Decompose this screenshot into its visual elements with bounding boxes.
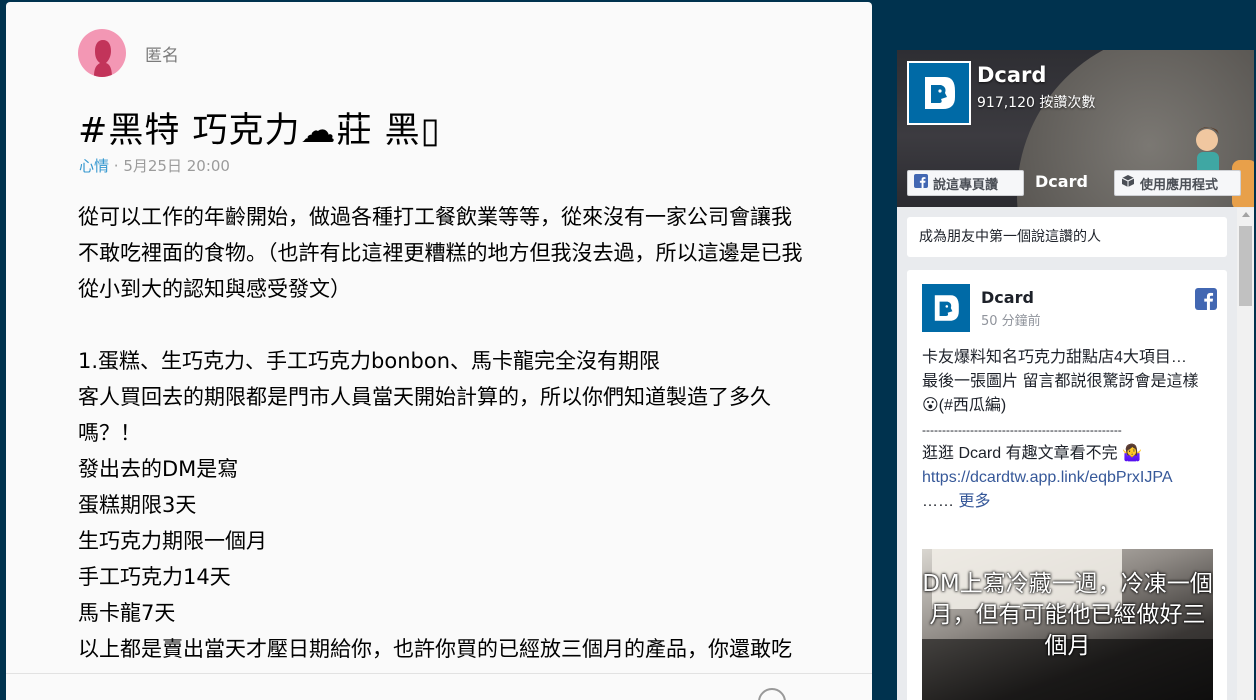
forum-link[interactable]: 心情 [79,157,109,175]
like-page-button[interactable]: 說這專頁讚 [907,170,1024,196]
fb-post-link[interactable]: https://dcardtw.app.link/eqbPrxIJPA [922,469,1173,486]
fb-post-line: 逛逛 Dcard 有趣文章看不完 🤷‍♀️ [922,445,1142,462]
fb-post-line: 卡友爆料知名巧克力甜點店4大項目… [922,349,1187,366]
post-date: 5月25日 20:00 [123,157,230,175]
body-paragraph: 1.蛋糕、生巧克力、手工巧克力bonbon、馬卡龍完全沒有期限 [78,349,661,373]
body-paragraph: 從可以工作的年齡開始，做過各種打工餐飲業等等，從來沒有一家公司會讓我不敢吃裡面的… [78,205,803,301]
scroll-up-arrow-icon[interactable] [1242,212,1250,217]
fb-post-line: 最後一張圖片 留言都説很驚訝會是這樣😮(#西瓜編) [922,373,1199,414]
fb-post-text: 卡友爆料知名巧克力甜點店4大項目… 最後一張圖片 留言都説很驚訝會是這樣😮(#西… [922,346,1214,514]
post-card: 匿名 #黑特 巧克力☁莊 黑▯ 心情 · 5月25日 20:00 從可以工作的年… [6,2,872,700]
dcard-post-avatar[interactable] [922,284,970,332]
fb-like-count: 917,120 按讚次數 [977,95,1096,111]
fb-page-name[interactable]: Dcard [977,63,1046,87]
body-paragraph: 馬卡龍7天 [78,601,176,625]
post-title: #黑特 巧克力☁莊 黑▯ [78,111,441,151]
facebook-f-icon [914,174,928,192]
meta-separator: · [113,157,124,175]
post-meta: 心情 · 5月25日 20:00 [79,155,230,176]
fb-post-time[interactable]: 50 分鐘前 [981,310,1041,329]
body-paragraph: 客人買回去的期限都是門市人員當天開始計算的，所以你們知道製造了多久嗎？！ [78,385,771,445]
facebook-page-plugin: Dcard 917,120 按讚次數 說這專頁讚 Dcard 使用應用程式 成為… [897,50,1254,700]
author-row: 匿名 [78,29,179,77]
bottom-action-bar [6,673,872,700]
see-more-link[interactable]: 更多 [958,493,990,510]
use-app-label: 使用應用程式 [1140,177,1219,193]
use-app-button[interactable]: 使用應用程式 [1114,170,1241,196]
anonymous-avatar-icon[interactable] [78,29,126,77]
fb-post-header: Dcard 50 分鐘前 [922,284,1041,332]
cover-brand-text: Dcard [1035,172,1088,191]
more-options-icon[interactable] [758,688,786,700]
post-body: 從可以工作的年齡開始，做過各種打工餐飲業等等，從來沒有一家公司會讓我不敢吃裡面的… [78,199,808,700]
facebook-logo-icon[interactable] [1195,288,1217,310]
image-caption: DM上寫冷藏一週，冷凍一個月，但有可能他已經做好三個月 [922,571,1213,659]
body-paragraph: 生巧克力期限一個月 [78,529,267,553]
author-name: 匿名 [145,45,179,66]
like-page-label: 說這專頁讚 [933,177,999,193]
fb-timeline-post: Dcard 50 分鐘前 卡友爆料知名巧克力甜點店4大項目… 最後一張圖片 留言… [907,270,1227,700]
friends-like-box: 成為朋友中第一個說這讚的人 [907,217,1227,257]
scrollbar-thumb[interactable] [1239,226,1252,306]
body-paragraph: 手工巧克力14天 [78,565,231,589]
body-paragraph: 發出去的DM是寫 [78,457,239,481]
cube-icon [1121,174,1135,192]
plugin-scrollbar[interactable] [1237,208,1254,700]
body-paragraph: 蛋糕期限3天 [78,493,197,517]
fb-post-divider: ----------------------------------------… [922,423,1122,437]
fb-post-image[interactable]: DM上寫冷藏一週，冷凍一個月，但有可能他已經做好三個月 [922,549,1213,700]
dcard-page-logo[interactable] [907,61,971,125]
fb-post-author[interactable]: Dcard [981,288,1041,307]
ellipsis: …… [922,493,959,510]
fb-cover-photo[interactable]: Dcard 917,120 按讚次數 說這專頁讚 Dcard 使用應用程式 [897,50,1254,207]
